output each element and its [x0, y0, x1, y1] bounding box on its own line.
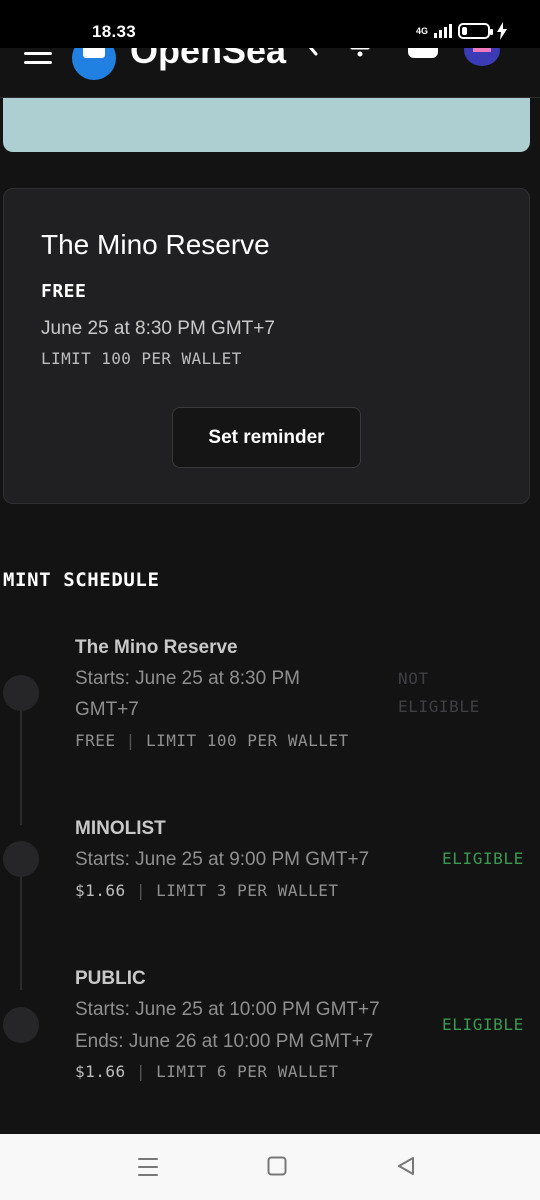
back-icon[interactable] — [396, 1156, 416, 1176]
eligibility-status: ELIGIBLE — [442, 1015, 524, 1034]
drop-card: The Mino Reserve FREE June 25 at 8:30 PM… — [3, 188, 530, 504]
eligibility-line: ELIGIBLE — [398, 697, 480, 716]
phase-meta: $1.66 | LIMIT 6 PER WALLET — [75, 1062, 338, 1081]
timeline-connector — [20, 705, 22, 825]
phase-limit: LIMIT 100 PER WALLET — [145, 731, 349, 750]
phase-start: Starts: June 25 at 9:00 PM GMT+7 — [75, 849, 370, 870]
home-icon[interactable] — [267, 1156, 287, 1176]
android-nav-bar — [0, 1134, 540, 1200]
drop-limit: LIMIT 100 PER WALLET — [41, 349, 242, 368]
eligibility-line: NOT — [398, 669, 429, 688]
timeline-connector — [20, 876, 22, 990]
phase-name: The Mino Reserve — [75, 637, 238, 658]
top-nav: OpenSea — [0, 40, 540, 98]
phase-price: FREE — [75, 731, 116, 750]
phase-start: Starts: June 25 at 10:00 PM GMT+7 — [75, 999, 380, 1020]
recents-icon[interactable] — [138, 1156, 158, 1178]
timeline-dot — [3, 1007, 39, 1043]
phase-limit: LIMIT 6 PER WALLET — [156, 1062, 339, 1081]
battery-icon — [458, 23, 493, 39]
status-time: 18.33 — [92, 22, 137, 41]
eligibility-status: NOT ELIGIBLE — [398, 665, 480, 721]
drop-price: FREE — [41, 281, 87, 302]
phase-separator: | — [125, 731, 136, 750]
phase-limit: LIMIT 3 PER WALLET — [156, 881, 339, 900]
drop-title: The Mino Reserve — [41, 229, 270, 260]
status-icons: 4G — [416, 22, 508, 40]
eligibility-status: ELIGIBLE — [442, 849, 524, 868]
phase-name: PUBLIC — [75, 968, 146, 989]
phase-separator: | — [135, 1062, 146, 1081]
phase-price: $1.66 — [75, 1062, 126, 1081]
phase-price: $1.66 — [75, 881, 126, 900]
phase-meta: FREE | LIMIT 100 PER WALLET — [75, 731, 349, 750]
battery-level — [462, 27, 467, 35]
phase-end: Ends: June 26 at 10:00 PM GMT+7 — [75, 1031, 374, 1052]
menu-icon[interactable] — [24, 52, 52, 70]
phase-start: Starts: June 25 at 8:30 PM — [75, 668, 300, 689]
timeline-dot — [3, 841, 39, 877]
phase-separator: | — [135, 881, 146, 900]
signal-icon — [434, 24, 452, 38]
collection-banner — [3, 96, 530, 152]
status-bar: 18.33 4G — [0, 0, 540, 48]
phase-meta: $1.66 | LIMIT 3 PER WALLET — [75, 881, 338, 900]
phase-start-tz: GMT+7 — [75, 699, 139, 720]
charging-icon — [497, 22, 507, 40]
phase-name: MINOLIST — [75, 818, 166, 839]
network-type: 4G — [415, 25, 428, 36]
set-reminder-button[interactable]: Set reminder — [172, 407, 361, 468]
timeline-dot — [3, 675, 39, 711]
mint-schedule-heading: MINT SCHEDULE — [3, 569, 160, 591]
drop-date: June 25 at 8:30 PM GMT+7 — [41, 318, 275, 339]
